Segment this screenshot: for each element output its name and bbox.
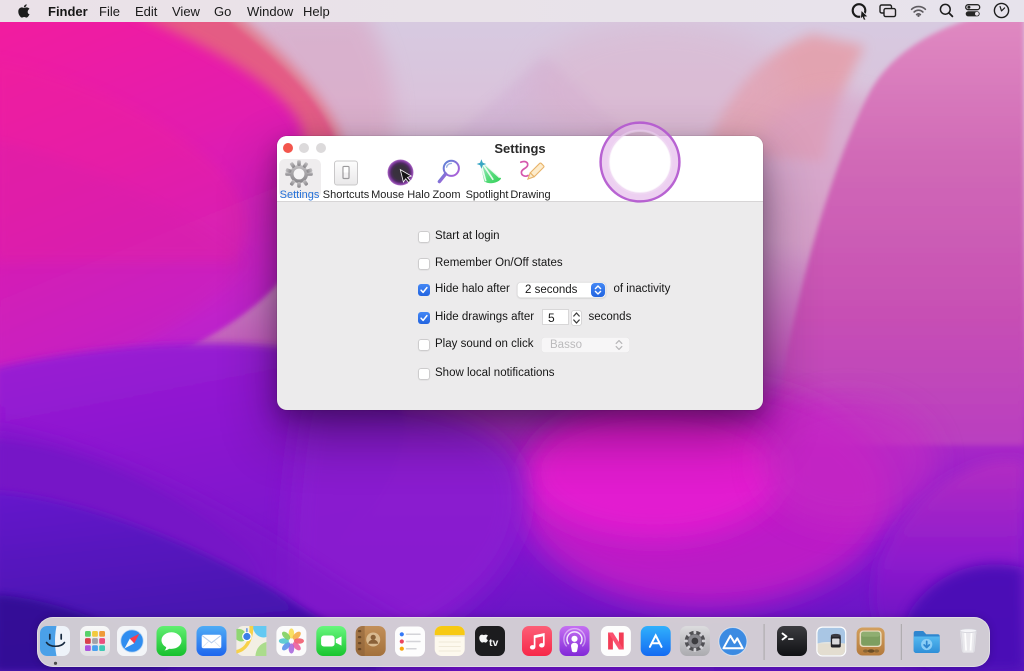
svg-text:tv: tv xyxy=(489,637,498,649)
